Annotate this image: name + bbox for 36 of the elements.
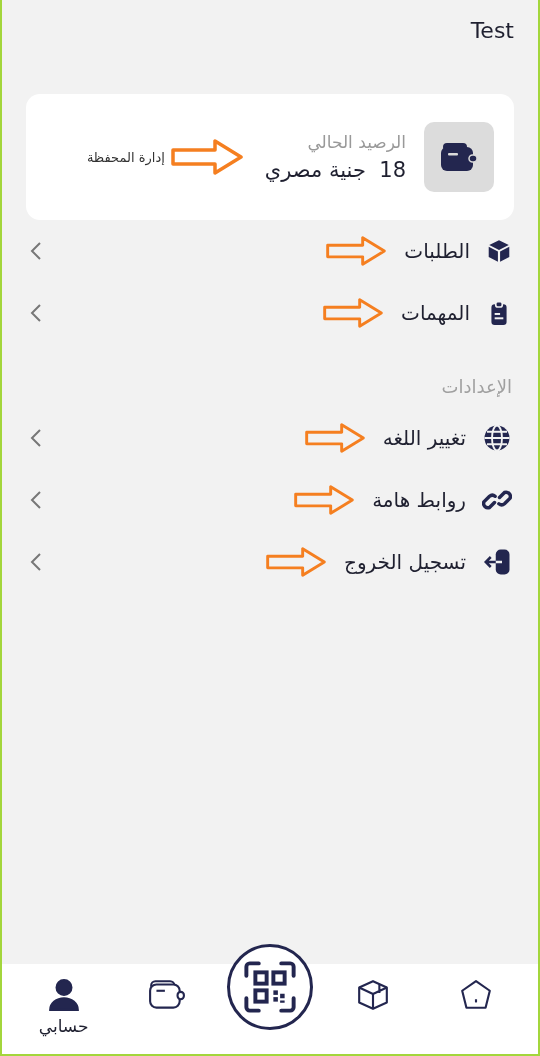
person-icon (46, 978, 81, 1012)
page-title: Test (470, 18, 514, 45)
arrow-icon (265, 545, 326, 579)
section-title: الإعدادات (441, 376, 512, 397)
arrow-icon (326, 234, 387, 268)
package-icon (356, 978, 391, 1012)
nav-tab[interactable]: حسابي (18, 978, 109, 1036)
arrow-icon (294, 483, 355, 517)
menu-label: تسجيل الخروج (343, 550, 466, 574)
menu-item[interactable]: المهمات (2, 282, 538, 344)
wallet-icon (147, 978, 186, 1012)
menu-item[interactable]: الطلبات (2, 220, 538, 282)
menu-label: المهمات (401, 301, 470, 325)
menu-label: تغيير اللغه (382, 426, 466, 450)
cube-icon (486, 238, 512, 264)
home-icon (459, 978, 494, 1012)
menu-item[interactable]: روابط هامة (2, 469, 538, 531)
chevron-left-icon (30, 490, 42, 510)
menu-item[interactable]: تغيير اللغه (2, 407, 538, 469)
arrow-icon (323, 296, 384, 330)
menu-item[interactable]: تسجيل الخروج (2, 531, 538, 593)
chevron-left-icon (30, 303, 42, 323)
chevron-left-icon (30, 552, 42, 572)
logout-icon (482, 547, 512, 577)
arrow-icon (170, 137, 243, 177)
menu-label: الطلبات (404, 239, 470, 263)
balance-label: الرصيد الحالي (307, 132, 406, 152)
arrow-icon (304, 421, 365, 455)
chevron-left-icon (30, 241, 42, 261)
globe-icon (482, 423, 512, 453)
nav-label: حسابي (38, 1016, 89, 1036)
wallet-icon (439, 141, 479, 173)
chevron-left-icon (30, 428, 42, 448)
balance-amount: 18 جنية مصري (264, 158, 406, 182)
menu-label: روابط هامة (372, 488, 466, 512)
manage-wallet-link[interactable]: إدارة المحفظة (86, 149, 165, 165)
